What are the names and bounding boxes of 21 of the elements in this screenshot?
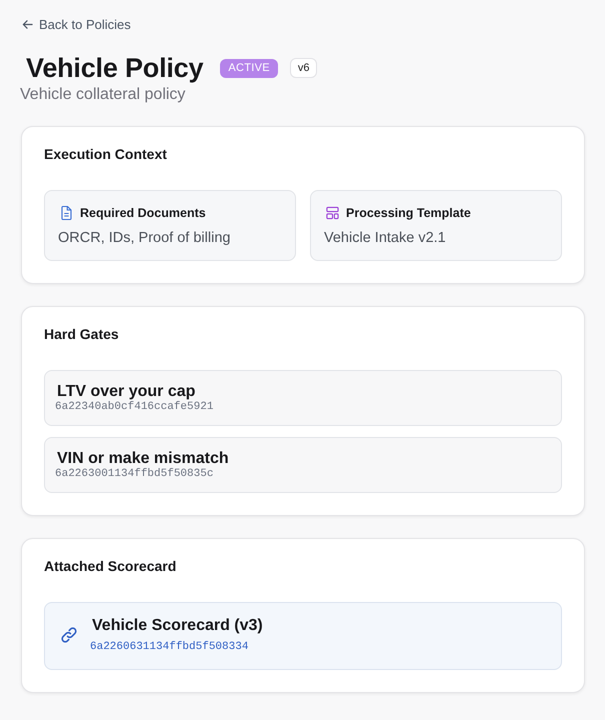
panel-label: Required Documents bbox=[80, 206, 206, 220]
left-arrow-icon bbox=[22, 19, 33, 30]
section-title: Execution Context bbox=[44, 145, 168, 163]
section-title: Attached Scorecard bbox=[44, 557, 178, 575]
gate-id: 6a22340ab0cf416ccafe5921 bbox=[55, 401, 214, 414]
panel-value: ORCR, IDs, Proof of billing bbox=[58, 230, 232, 246]
page-title: Vehicle Policy bbox=[26, 52, 204, 85]
version-badge: v6 bbox=[290, 58, 318, 78]
scorecard-name: Vehicle Scorecard (v3) bbox=[92, 616, 263, 636]
gate-name: LTV over your cap bbox=[57, 382, 196, 401]
status-badge: ACTIVE bbox=[220, 58, 278, 78]
back-link[interactable]: Back to Policies bbox=[22, 17, 131, 32]
scorecard-link[interactable]: Vehicle Scorecard (v3) 6a2260631134ffbd5f508334 bbox=[44, 602, 562, 670]
gate-name: VIN or make mismatch bbox=[57, 449, 229, 468]
panel-value: Vehicle Intake v2.1 bbox=[324, 230, 447, 246]
gate-id: 6a2263001134ffbd5f50835c bbox=[55, 468, 214, 481]
scorecard-id: 6a2260631134ffbd5f508334 bbox=[90, 641, 248, 654]
section-title: Hard Gates bbox=[44, 325, 120, 343]
panel-label: Processing Template bbox=[346, 206, 471, 220]
link-icon bbox=[60, 626, 78, 644]
page-subtitle: Vehicle collateral policy bbox=[20, 85, 186, 105]
